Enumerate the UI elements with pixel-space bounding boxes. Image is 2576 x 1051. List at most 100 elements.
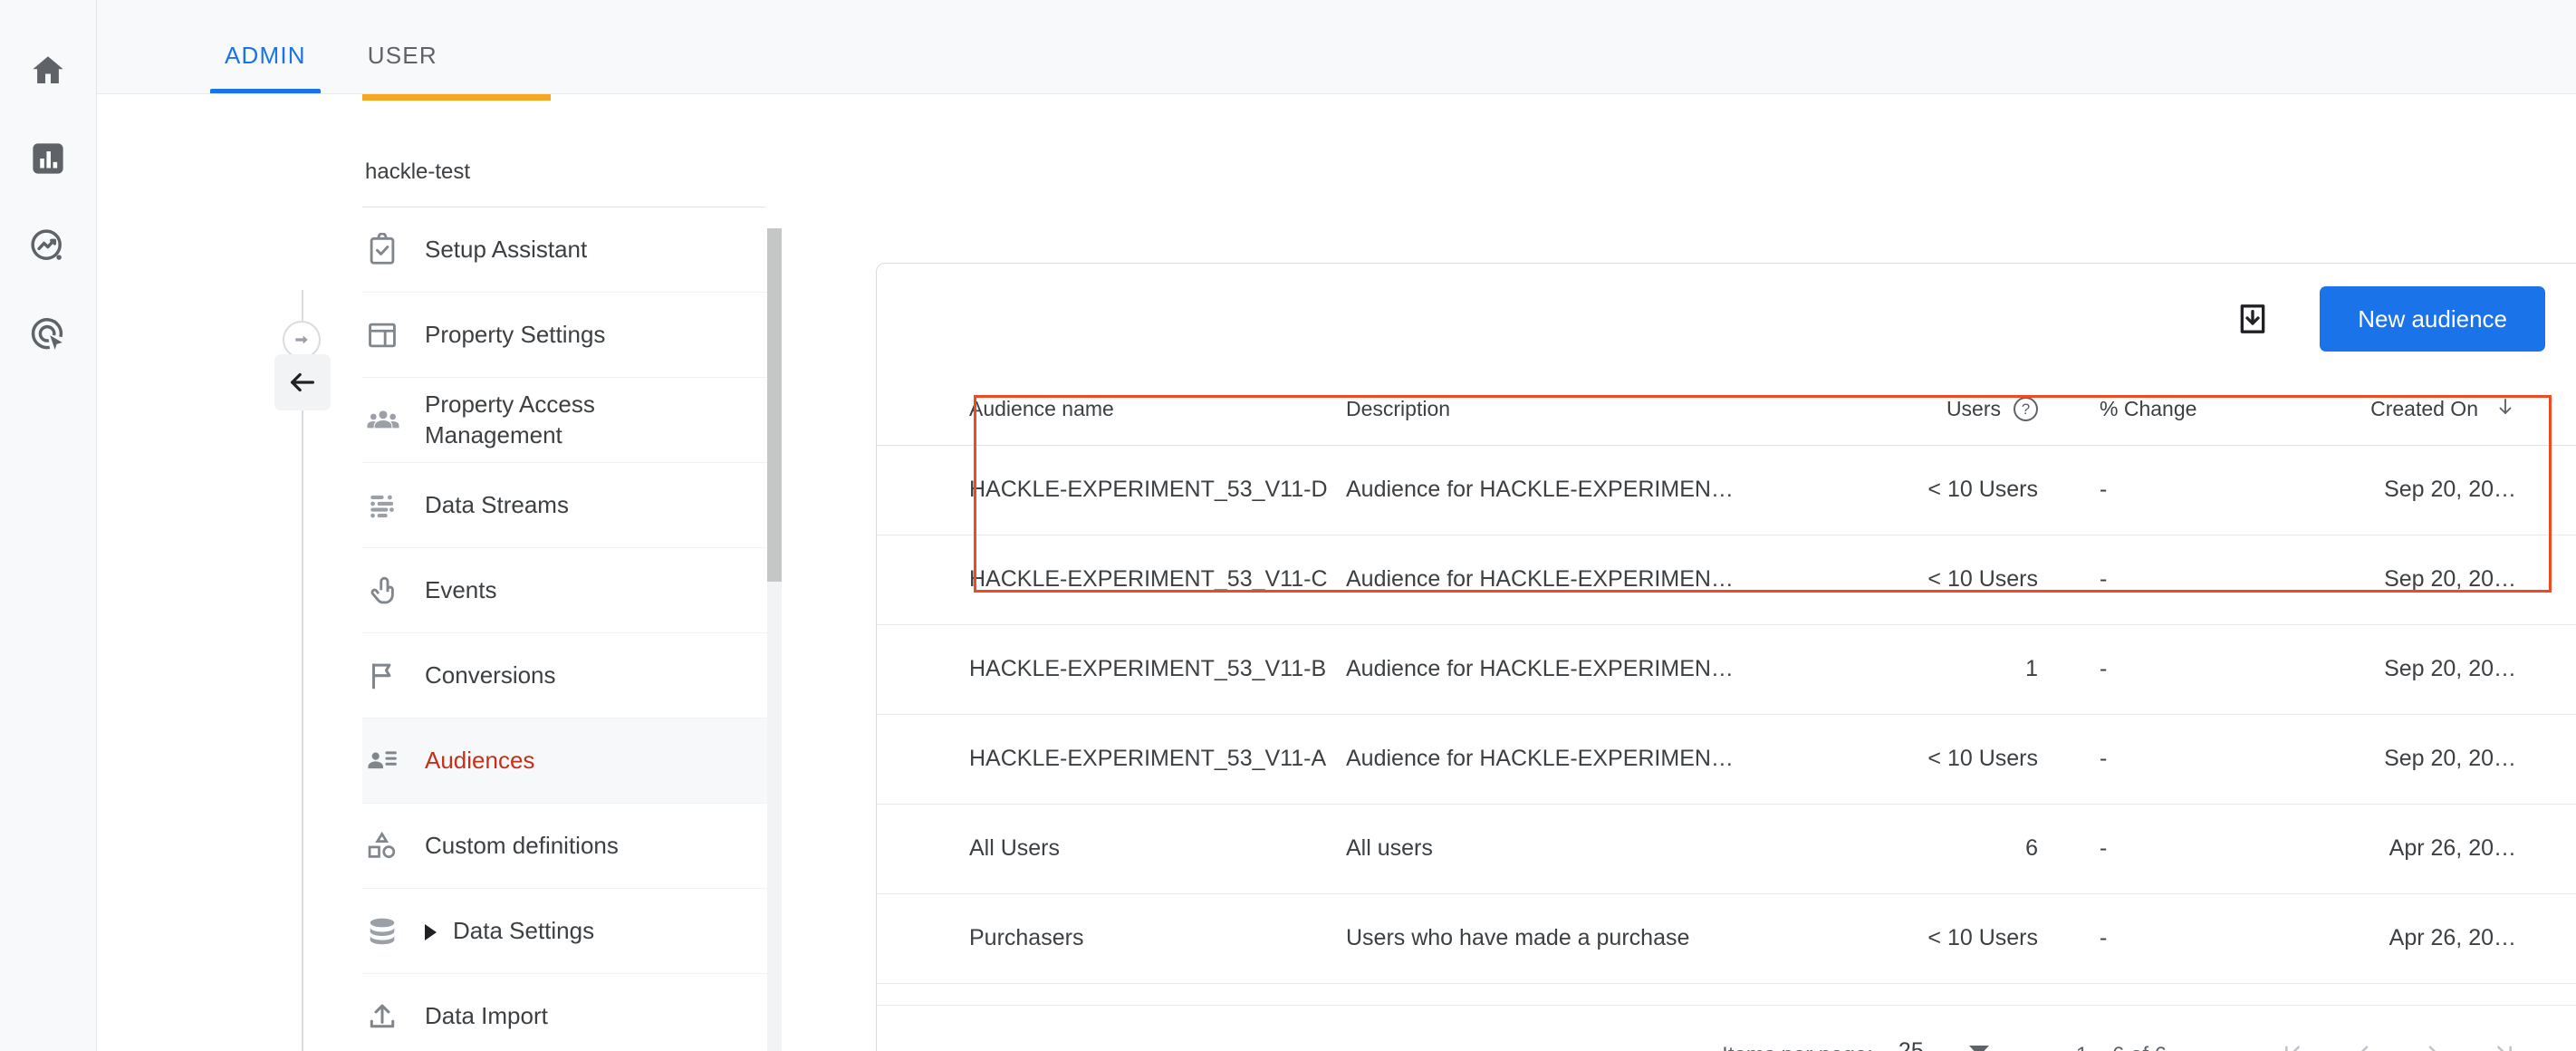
property-nav-panel: hackle-test Setup Assistant Property Set… <box>362 121 770 1051</box>
sidebar-item-label: Custom definitions <box>425 831 619 862</box>
chevron-down-icon <box>1969 1046 1989 1051</box>
cell-audience-name: Purchasers <box>877 893 1339 983</box>
sidebar-item-label-with-caret: Data Settings <box>425 916 594 947</box>
cell-created-on: Sep 20, 20… <box>2299 535 2534 624</box>
table-paginator: Items per page: 25 1 – 6 of 6 <box>877 1005 2576 1051</box>
sidebar-scrollbar-thumb[interactable] <box>767 228 782 582</box>
column-header-audience-name[interactable]: Audience name <box>877 374 1339 445</box>
sidebar-item-data-streams[interactable]: Data Streams <box>362 463 770 548</box>
cell-percent-change: - <box>2091 624 2299 714</box>
cell-users: < 10 Users <box>1846 893 2091 983</box>
pagination-range-label: 1 – 6 of 6 <box>2076 1043 2167 1051</box>
table-head: Audience name Description Users ? % Chan… <box>877 374 2576 445</box>
cell-created-on: Apr 26, 20… <box>2299 804 2534 893</box>
cell-users: < 10 Users <box>1846 445 2091 535</box>
cell-users: < 10 Users <box>1846 714 2091 804</box>
previous-page-icon[interactable] <box>2328 1020 2398 1051</box>
streams-icon <box>365 488 425 523</box>
tab-admin[interactable]: ADMIN <box>194 42 337 93</box>
column-header-percent-change[interactable]: % Change <box>2091 374 2299 445</box>
audiences-table: Audience name Description Users ? % Chan… <box>877 374 2576 984</box>
flag-icon <box>365 659 425 693</box>
cell-description: Audience for HACKLE-EXPERIMEN… <box>1339 535 1846 624</box>
table-row[interactable]: HACKLE-EXPERIMENT_53_V11-B Audience for … <box>877 624 2576 714</box>
table-row[interactable]: HACKLE-EXPERIMENT_53_V11-A Audience for … <box>877 714 2576 804</box>
help-circle-icon[interactable]: ? <box>2014 397 2038 421</box>
sidebar-item-label: Property Settings <box>425 320 605 351</box>
sidebar-item-custom-definitions[interactable]: Custom definitions <box>362 804 770 889</box>
layout-icon <box>365 318 425 352</box>
audiences-toolbar: New audience <box>877 264 2576 374</box>
reports-icon[interactable] <box>15 126 81 191</box>
table-row[interactable]: HACKLE-EXPERIMENT_53_V11-D Audience for … <box>877 445 2576 535</box>
cell-description: Audience for HACKLE-EXPERIMEN… <box>1339 624 1846 714</box>
table-row[interactable]: Purchasers Users who have made a purchas… <box>877 893 2576 983</box>
cell-audience-name: HACKLE-EXPERIMENT_53_V11-C <box>877 535 1339 624</box>
sidebar-item-label: Data Import <box>425 1001 548 1032</box>
property-nav-list: Setup Assistant Property Settings Proper… <box>362 207 770 1051</box>
cell-created-on: Sep 20, 20… <box>2299 445 2534 535</box>
sidebar-item-label: Setup Assistant <box>425 235 587 265</box>
cell-users: 6 <box>1846 804 2091 893</box>
sidebar-item-data-import[interactable]: Data Import <box>362 974 770 1051</box>
table-body: HACKLE-EXPERIMENT_53_V11-D Audience for … <box>877 445 2576 983</box>
cell-actions <box>2534 535 2576 624</box>
cell-description: Audience for HACKLE-EXPERIMEN… <box>1339 445 1846 535</box>
chevron-right-icon[interactable] <box>425 924 437 940</box>
database-icon <box>365 914 425 949</box>
sidebar-item-label: Conversions <box>425 660 556 691</box>
cell-users: 1 <box>1846 624 2091 714</box>
column-header-description[interactable]: Description <box>1339 374 1846 445</box>
people-icon <box>365 402 425 439</box>
new-audience-button[interactable]: New audience <box>2320 286 2545 352</box>
sidebar-item-data-settings[interactable]: Data Settings <box>362 889 770 974</box>
column-header-created-on[interactable]: Created On <box>2299 374 2534 445</box>
sidebar-item-events[interactable]: Events <box>362 548 770 633</box>
cell-percent-change: - <box>2091 714 2299 804</box>
content-stage: ADMIN USER hackle-test <box>97 0 2576 1051</box>
upload-icon <box>365 999 425 1034</box>
cell-percent-change: - <box>2091 893 2299 983</box>
first-page-icon[interactable] <box>2257 1020 2328 1051</box>
cell-created-on: Sep 20, 20… <box>2299 714 2534 804</box>
sidebar-item-audiences[interactable]: Audiences <box>362 718 770 804</box>
admin-user-tabbar: ADMIN USER <box>97 0 2576 94</box>
cell-audience-name: All Users <box>877 804 1339 893</box>
column-header-created-on-label: Created On <box>2370 396 2478 422</box>
cell-actions <box>2534 714 2576 804</box>
cell-actions <box>2534 624 2576 714</box>
back-arrow-icon[interactable] <box>274 354 331 410</box>
advertising-icon[interactable] <box>15 302 81 367</box>
sidebar-item-conversions[interactable]: Conversions <box>362 633 770 718</box>
sidebar-item-label: Audiences <box>425 746 534 776</box>
sidebar-item-property-settings[interactable]: Property Settings <box>362 293 770 378</box>
table-row[interactable]: All Users All users 6 - Apr 26, 20… <box>877 804 2576 893</box>
sidebar-item-setup-assistant[interactable]: Setup Assistant <box>362 207 770 293</box>
shapes-icon <box>365 829 425 863</box>
cell-percent-change: - <box>2091 535 2299 624</box>
last-page-icon[interactable] <box>2469 1020 2540 1051</box>
cell-audience-name: HACKLE-EXPERIMENT_53_V11-A <box>877 714 1339 804</box>
column-header-users[interactable]: Users ? <box>1846 374 2091 445</box>
orange-accent-bar <box>362 94 551 101</box>
tab-user[interactable]: USER <box>337 42 468 93</box>
admin-page: ADMIN USER hackle-test <box>0 0 2576 1051</box>
explore-icon[interactable] <box>15 214 81 279</box>
primary-icon-rail <box>0 0 97 1051</box>
next-page-icon[interactable] <box>2398 1020 2469 1051</box>
items-per-page-label: Items per page: <box>1722 1043 1873 1051</box>
cell-actions <box>2534 445 2576 535</box>
tap-icon <box>365 574 425 608</box>
table-row[interactable]: HACKLE-EXPERIMENT_53_V11-C Audience for … <box>877 535 2576 624</box>
sidebar-item-property-access-management[interactable]: Property Access Management <box>362 378 770 463</box>
sidebar-item-label: Data Streams <box>425 490 569 521</box>
items-per-page-select[interactable]: 25 <box>1893 1038 2004 1051</box>
cell-users: < 10 Users <box>1846 535 2091 624</box>
column-header-actions <box>2534 374 2576 445</box>
download-box-icon[interactable] <box>2227 294 2278 344</box>
audience-icon <box>365 744 425 778</box>
circle-arrow-right-icon[interactable] <box>283 321 321 359</box>
arrow-down-icon[interactable] <box>2494 396 2516 423</box>
home-icon[interactable] <box>15 38 81 103</box>
cell-description: Users who have made a purchase <box>1339 893 1846 983</box>
